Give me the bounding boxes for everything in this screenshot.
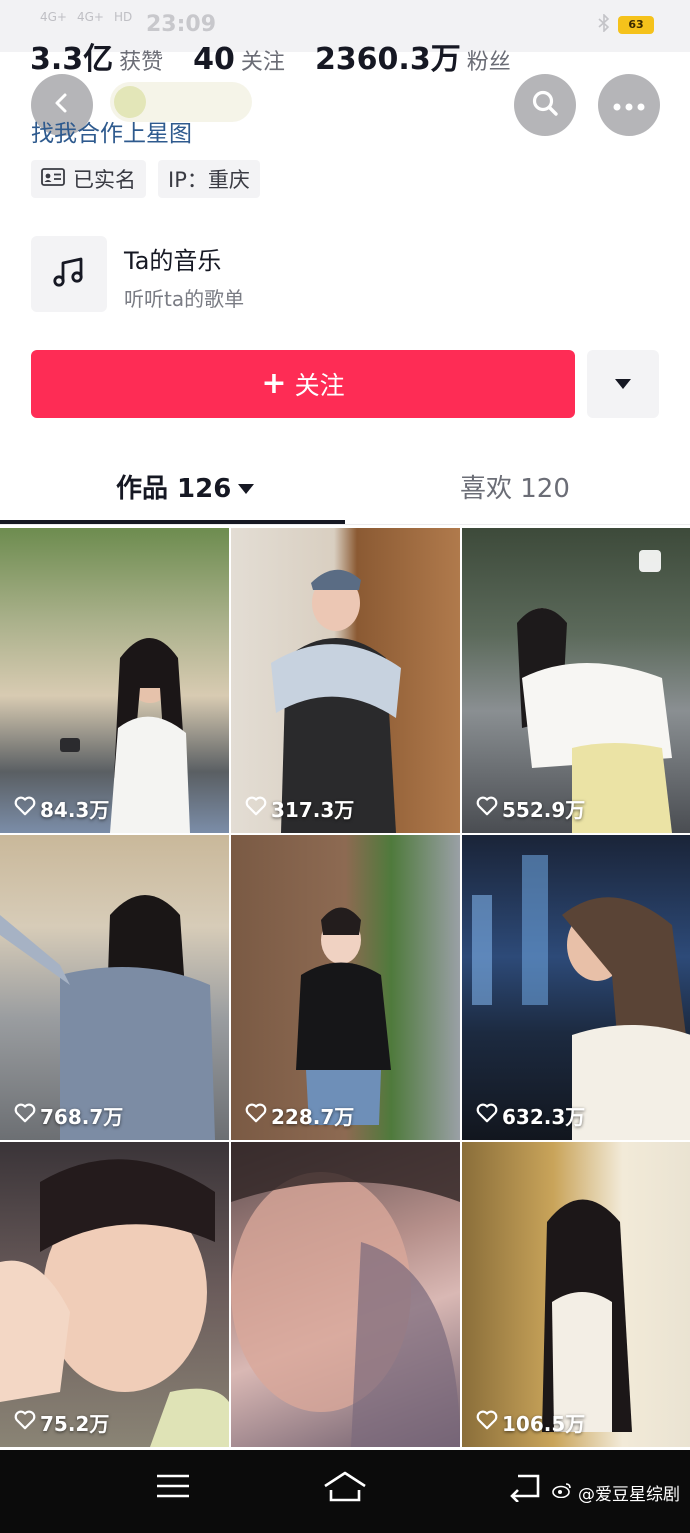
cooperation-link[interactable]: 找我合作上星图: [31, 114, 192, 148]
video-thumbnail-image: [296, 907, 391, 1125]
video-thumbnail[interactable]: 552.9万: [462, 528, 690, 833]
stat-following-label: 关注: [240, 50, 285, 75]
video-thumbnail-image: [517, 608, 672, 833]
stat-followers[interactable]: 2360.3万 粉丝: [315, 34, 511, 78]
plus-icon: +: [261, 366, 287, 401]
heart-icon: [476, 1103, 498, 1128]
stat-likes[interactable]: 3.3亿 获赞: [30, 34, 163, 78]
stat-likes-label: 获赞: [119, 50, 164, 75]
more-button[interactable]: [598, 74, 660, 136]
more-dots-icon: [613, 96, 645, 115]
recommend-dropdown-button[interactable]: [587, 350, 659, 418]
video-thumbnail-image: [472, 855, 690, 1140]
heart-icon: [476, 1410, 498, 1435]
system-navigation-bar: @爱豆星综剧: [0, 1450, 690, 1533]
search-icon: [530, 88, 560, 122]
tag-verified-label: 已实名: [73, 168, 136, 192]
triangle-down-icon: [614, 375, 632, 394]
video-like-count: 228.7万: [245, 1101, 354, 1130]
music-title[interactable]: Ta的音乐: [124, 241, 221, 276]
heart-icon: [14, 796, 36, 821]
music-subtitle: 听听ta的歌单: [124, 287, 245, 311]
home-icon: [322, 1471, 368, 1508]
heart-icon: [245, 796, 267, 821]
tag-ip-label: IP：重庆: [168, 168, 250, 192]
profile-tags: 已实名 IP：重庆: [31, 160, 260, 198]
video-thumbnail[interactable]: 228.7万: [231, 835, 460, 1140]
heart-icon: [476, 796, 498, 821]
return-arrow-icon: [508, 1474, 544, 1506]
id-card-icon: [41, 167, 65, 191]
recent-apps-button[interactable]: [155, 1470, 191, 1506]
tag-ip-location: IP：重庆: [158, 160, 260, 198]
video-like-count: 106.5万: [476, 1408, 585, 1437]
video-thumbnail-image: [60, 638, 190, 833]
hd-indicator: HD: [114, 10, 133, 24]
video-thumbnail[interactable]: 75.2万: [0, 1142, 229, 1447]
video-like-count: 84.3万: [14, 794, 109, 823]
video-thumbnail-image: [231, 1142, 460, 1447]
video-thumbnail-image: [271, 569, 401, 833]
video-like-count: 552.9万: [476, 794, 585, 823]
back-nav-button[interactable]: [508, 1470, 544, 1506]
video-like-count: 75.2万: [14, 1408, 109, 1437]
video-thumbnail-image: [542, 1199, 632, 1432]
heart-icon: [14, 1410, 36, 1435]
heart-icon: [245, 1103, 267, 1128]
tab-works[interactable]: 作品 126: [116, 468, 255, 505]
tab-divider: [0, 524, 690, 525]
stat-likes-value: 3.3亿: [30, 42, 114, 77]
battery-indicator: 63: [618, 16, 654, 34]
video-like-count: 768.7万: [14, 1101, 123, 1130]
weibo-logo-icon: [552, 1482, 572, 1503]
profile-stats: 3.3亿 获赞 40 关注 2360.3万 粉丝: [30, 34, 541, 78]
watermark: @爱豆星综剧: [552, 1480, 680, 1505]
video-thumbnail[interactable]: 317.3万: [231, 528, 460, 833]
video-thumbnail[interactable]: [231, 1142, 460, 1447]
tag-verified[interactable]: 已实名: [31, 160, 146, 198]
video-thumbnail-image: [0, 895, 215, 1140]
follow-button[interactable]: + 关注: [31, 350, 575, 418]
tab-works-label: 作品 126: [116, 474, 232, 504]
tab-likes[interactable]: 喜欢 120: [460, 468, 570, 505]
video-thumbnail[interactable]: 84.3万: [0, 528, 229, 833]
home-button[interactable]: [322, 1470, 368, 1508]
bluetooth-icon: [598, 13, 610, 36]
network-indicator-2: 4G+: [77, 10, 104, 24]
video-thumbnail[interactable]: 632.3万: [462, 835, 690, 1140]
search-button[interactable]: [514, 74, 576, 136]
menu-lines-icon: [155, 1474, 191, 1506]
music-note-icon: [51, 254, 87, 294]
multi-image-icon: [639, 550, 661, 572]
stat-following[interactable]: 40 关注: [193, 42, 285, 77]
follow-button-label: 关注: [294, 371, 345, 400]
video-like-count: 632.3万: [476, 1101, 585, 1130]
video-like-count: 317.3万: [245, 794, 354, 823]
caret-down-icon: [237, 472, 255, 502]
tab-likes-label: 喜欢 120: [460, 474, 570, 504]
stat-followers-label: 粉丝: [466, 50, 511, 75]
music-entry-icon-box[interactable]: [31, 236, 107, 312]
stat-followers-value: 2360.3万: [314, 42, 461, 77]
video-thumbnail[interactable]: 768.7万: [0, 835, 229, 1140]
heart-icon: [14, 1103, 36, 1128]
video-thumbnail[interactable]: 106.5万: [462, 1142, 690, 1447]
stat-following-value: 40: [193, 42, 235, 77]
watermark-text: @爱豆星综剧: [578, 1485, 680, 1505]
network-indicator-1: 4G+: [40, 10, 67, 24]
video-thumbnail-image: [0, 1159, 229, 1447]
